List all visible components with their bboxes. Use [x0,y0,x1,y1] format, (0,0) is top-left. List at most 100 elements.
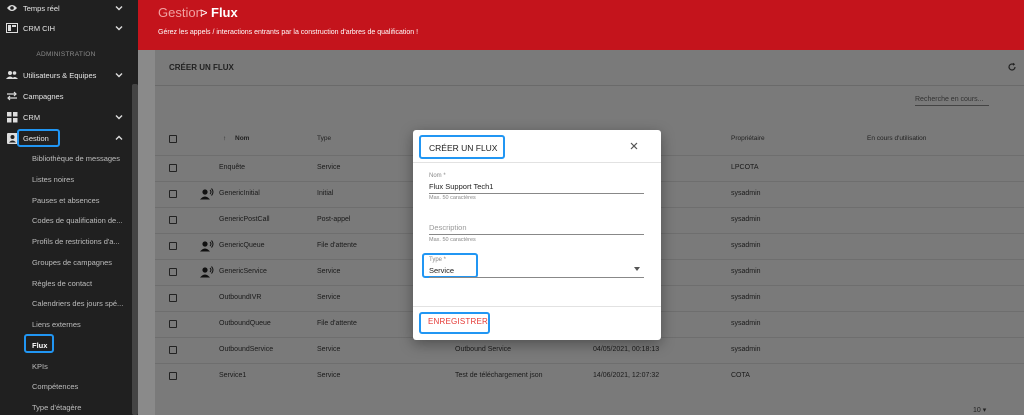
row-checkbox[interactable] [169,216,177,224]
breadcrumb-separator: > [200,5,208,20]
chevron-down-icon[interactable] [114,112,124,122]
nav-utilisateurs[interactable]: Utilisateurs & Equipes [0,65,138,85]
row-checkbox[interactable] [169,346,177,354]
section-label-administration: ADMINISTRATION [36,51,96,58]
cell-nom: GenericInitial [219,190,260,197]
save-button[interactable]: ENREGISTRER [428,317,488,326]
page-title: Flux [211,5,238,20]
row-checkbox[interactable] [169,242,177,250]
nav-crm-cih[interactable]: CRM CIH [0,18,138,38]
sidebar-item-pauses[interactable]: Pauses et absences [32,196,128,205]
people-icon [6,69,18,81]
name-field-label: Nom * [429,173,446,179]
row-checkbox[interactable] [169,164,177,172]
dialog-divider-bottom [413,306,661,307]
record-voice-icon [200,240,214,252]
sidebar-item-regles-contact[interactable]: Règles de contact [32,279,128,288]
cell-description: Outbound Service [455,346,512,353]
row-checkbox[interactable] [169,294,177,302]
dialog-title: CRÉER UN FLUX [429,143,498,153]
table-row[interactable]: Service1 Service Test de téléchargement js… [155,363,1024,389]
cell-type: Service [317,346,341,353]
table-row[interactable]: OutboundService Service Outbound Service 04… [155,337,1024,363]
column-header-en-cours[interactable]: En cours d'utilisation [867,135,926,142]
sidebar-item-kpis[interactable]: KPIs [32,362,128,371]
nav-campagnes[interactable]: Campagnes [0,86,138,106]
sort-arrow-icon[interactable]: ↑ [223,135,226,142]
cell-nom: Service1 [219,372,247,379]
page-header: Gestion > Flux Gérez les appels / intera… [138,0,1024,50]
column-header-type[interactable]: Type [317,135,331,142]
cell-proprietaire: LPCOTA [731,164,759,171]
row-checkbox[interactable] [169,320,177,328]
sidebar-item-bibliotheque[interactable]: Bibliothèque de messages [32,154,128,163]
cell-nom: GenericQueue [219,242,265,249]
description-field-underline [429,234,644,235]
cell-date: 14/06/2021, 12:07:32 [593,372,660,379]
select-all-checkbox[interactable] [169,135,177,143]
record-voice-icon [200,266,214,278]
cell-type: Initial [317,190,334,197]
cell-type: Service [317,294,341,301]
eye-icon [6,2,18,14]
description-field[interactable]: Description [429,223,467,232]
card-divider [155,85,1024,86]
row-checkbox[interactable] [169,190,177,198]
nav-temps-reel[interactable]: Temps réel [0,0,138,18]
type-select[interactable]: Service [429,266,454,275]
chevron-down-icon[interactable] [114,70,124,80]
chevron-up-icon[interactable] [114,133,124,143]
cell-type: Post-appel [317,216,351,223]
refresh-icon[interactable] [1007,62,1017,72]
create-flux-dialog: CRÉER UN FLUX Nom * Flux Support Tech1 M… [413,130,661,340]
create-flux-button[interactable]: CRÉER UN FLUX [169,63,234,72]
cell-proprietaire: sysadmin [731,294,761,301]
cell-proprietaire: sysadmin [731,242,761,249]
row-checkbox[interactable] [169,372,177,380]
column-header-nom[interactable]: Nom [235,135,249,142]
sidebar-scrollbar[interactable] [132,84,138,415]
cell-nom: OutboundService [219,346,274,353]
sidebar-item-profils-restrictions[interactable]: Profils de restrictions d'a... [32,237,128,246]
cell-proprietaire: sysadmin [731,190,761,197]
cell-proprietaire: sysadmin [731,216,761,223]
name-field[interactable]: Flux Support Tech1 [429,182,493,191]
sidebar-item-type-etagere[interactable]: Type d'étagère [32,403,128,412]
cell-type: Service [317,372,341,379]
page-subtitle: Gérez les appels / interactions entrants… [158,29,419,36]
row-checkbox[interactable] [169,268,177,276]
rows-per-page-select[interactable]: 10 ▾ [973,406,986,414]
grid-icon [6,111,18,123]
dropdown-arrow-icon[interactable] [634,267,640,271]
chevron-down-icon[interactable] [114,3,124,13]
highlight-gestion [17,129,60,147]
cell-nom: OutboundQueue [219,320,271,327]
sidebar-item-liens-externes[interactable]: Liens externes [32,320,128,329]
sidebar-item-calendriers[interactable]: Calendriers des jours spé... [32,299,128,308]
nav-crm[interactable]: CRM [0,107,138,127]
cell-type: File d'attente [317,320,357,327]
record-voice-icon [200,188,214,200]
search-input[interactable]: Recherche en cours... [915,96,989,106]
close-icon[interactable] [629,141,639,151]
cell-nom: GenericService [219,268,267,275]
sidebar-item-competences[interactable]: Compétences [32,382,128,391]
sidebar: Temps réel CRM CIH ADMINISTRATION Utilis… [0,0,138,415]
cell-description: Test de téléchargement json [455,372,543,379]
dashboard-icon [6,22,18,34]
cell-type: Service [317,164,341,171]
column-header-proprietaire[interactable]: Propriétaire [731,135,765,142]
breadcrumb-parent[interactable]: Gestion [158,5,203,20]
cell-proprietaire: sysadmin [731,320,761,327]
cell-proprietaire: sysadmin [731,268,761,275]
cell-nom: GenericPostCall [219,216,270,223]
chevron-down-icon[interactable] [114,23,124,33]
sidebar-item-groupes-campagnes[interactable]: Groupes de campagnes [32,258,128,267]
sidebar-item-codes-qualification[interactable]: Codes de qualification de... [32,216,128,225]
chevron-down-icon: ▾ [982,407,987,414]
cell-nom: OutboundIVR [219,294,262,301]
sidebar-item-listes-noires[interactable]: Listes noires [32,175,128,184]
type-field-label: Type * [429,257,447,263]
dialog-divider-top [413,162,661,163]
cell-type: Service [317,268,341,275]
